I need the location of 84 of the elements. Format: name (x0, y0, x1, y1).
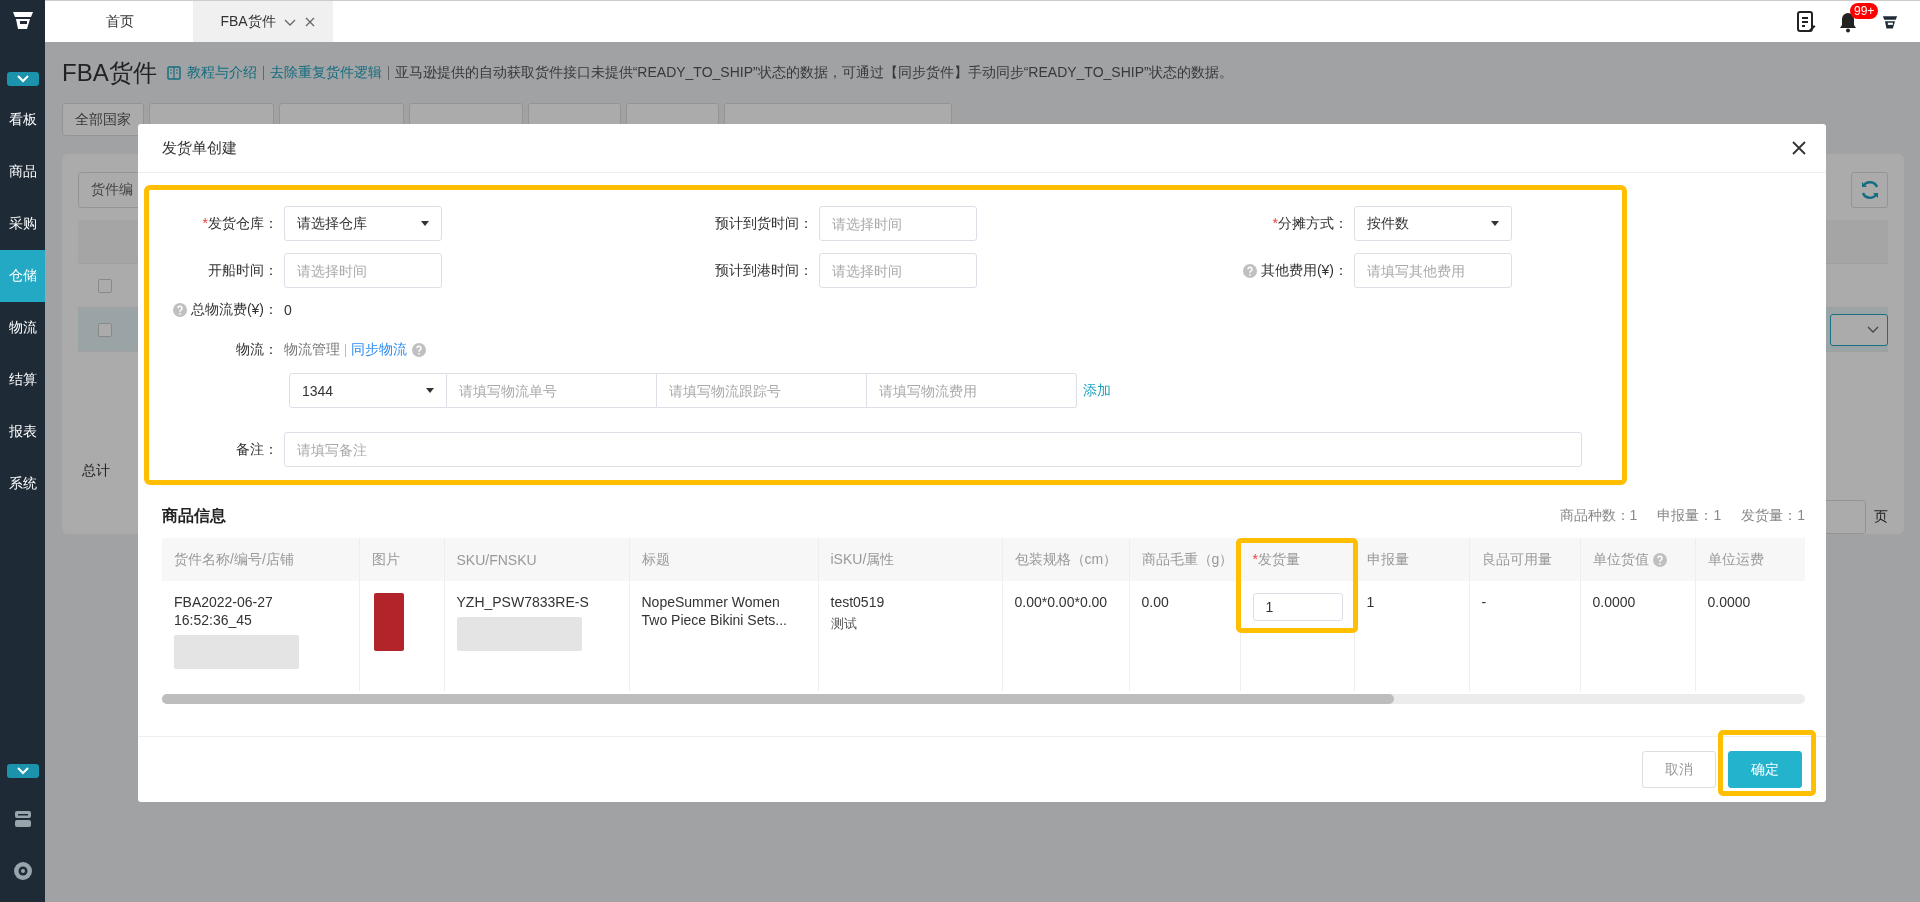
checkbox[interactable] (98, 322, 112, 337)
column-header: 商品毛重（g） (1129, 538, 1240, 581)
input-field[interactable]: 请填写物流单号 (447, 373, 657, 408)
field-label: 其他费用(¥)： (1260, 261, 1348, 280)
summary-text: 发货量：1 (1741, 507, 1805, 525)
field-label: 预计到货时间： (715, 214, 813, 233)
column-header: 标题 (629, 538, 818, 581)
table-cell-text: 1 (1366, 593, 1376, 611)
field-label: 开船时间： (208, 261, 278, 280)
dialog-title: 发货单创建 (162, 138, 237, 158)
table-cell-text: - (1481, 593, 1488, 611)
notification-badge: 99+ (1850, 2, 1879, 19)
page-title: FBA货件 (62, 58, 157, 88)
column-header: 货件名称/编号/店铺 (162, 538, 359, 581)
caret-icon (1491, 221, 1499, 226)
input-field[interactable]: 请填写其他费用 (1354, 253, 1512, 288)
table-cell-text: 0.0000 (1592, 593, 1637, 611)
sidebar-item[interactable]: 商品 (0, 146, 45, 198)
sidebar-item[interactable]: 系统 (0, 458, 45, 510)
input-field[interactable]: 请选择时间 (819, 206, 977, 241)
quantity-field[interactable]: 1 (1252, 593, 1343, 621)
column-header: 图片 (359, 538, 444, 581)
close-icon[interactable] (1792, 141, 1806, 155)
caret-icon (421, 221, 429, 226)
chevron-down-icon (1867, 325, 1879, 334)
select-field[interactable]: 按件数 (1354, 206, 1512, 241)
table-cell-text: 0.00 (1141, 593, 1170, 611)
summary-text: 申报量：1 (1657, 507, 1722, 525)
select-field[interactable]: 请选择仓库 (284, 206, 442, 241)
table-cell-text: YZH_PSW7833RE-S (456, 593, 590, 611)
notes-icon[interactable] (1796, 10, 1816, 33)
sidebar-item[interactable]: 结算 (0, 354, 45, 406)
column-header: SKU/FNSKU (444, 538, 629, 581)
photo-placeholder (373, 593, 404, 651)
refresh-button[interactable] (1851, 172, 1888, 208)
table-cell-text: test0519 (830, 593, 886, 611)
page-suffix: 页 (1874, 508, 1888, 526)
column-header: 单位运费 (1695, 538, 1805, 581)
input-field[interactable]: 请填写物流跟踪号 (657, 373, 867, 408)
notice-text: 亚马逊提供的自动获取货件接口未提供“READY_TO_SHIP”状态的数据，可通过【同步货件】手动同步“READY_TO_SHIP”状态的数据。 (394, 64, 1233, 82)
tab[interactable]: FBA货件 (193, 1, 333, 42)
link[interactable]: 同步物流 (351, 341, 407, 359)
field-label: 备注： (236, 440, 278, 459)
tab[interactable]: 首页 (45, 1, 185, 42)
expand-button[interactable] (6, 764, 39, 778)
input-field[interactable]: 请选择时间 (819, 253, 977, 288)
column-header: iSKU/属性 (818, 538, 1002, 581)
checkbox[interactable] (98, 278, 112, 293)
book-icon (166, 66, 181, 80)
sidebar-item[interactable]: 报表 (0, 406, 45, 458)
total-label: 总计 (81, 462, 111, 480)
table-cell-text: FBA2022-06-27 16:52:36_45 (174, 593, 274, 629)
field-label: *分摊方式： (1272, 214, 1348, 233)
table-cell-text: NopeSummer Women Two Piece Bikini Sets... (641, 593, 788, 629)
summary-text: 商品种数：1 (1559, 507, 1638, 525)
table-cell-text: 0.0000 (1707, 593, 1752, 611)
column-header: 申报量 (1354, 538, 1469, 581)
dropdown[interactable] (1830, 313, 1888, 346)
section-title: 商品信息 (162, 505, 226, 526)
expand-button[interactable] (6, 72, 39, 86)
caret-icon (426, 388, 434, 393)
chevron-down-icon (16, 767, 29, 775)
sidebar-item[interactable]: 采购 (0, 198, 45, 250)
select-field[interactable]: 1344 (289, 373, 447, 408)
table-cell-text: 0.00*0.00*0.00 (1014, 593, 1109, 611)
field-label: 物流： (236, 341, 278, 359)
attribute-text: 测试 (830, 615, 858, 633)
country-filter[interactable]: 全部国家 (62, 103, 144, 136)
sidebar-item[interactable]: 看板 (0, 94, 45, 146)
field-label: 预计到港时间： (715, 261, 813, 280)
scrollbar[interactable] (162, 694, 1805, 704)
link[interactable]: 物流管理 (284, 341, 340, 359)
column-header: 良品可用量 (1469, 538, 1580, 581)
field-label: 总物流费(¥)： (190, 301, 278, 319)
sidebar-item[interactable]: 物流 (0, 302, 45, 354)
input-field[interactable]: 请填写备注 (284, 432, 1582, 467)
input-field[interactable]: 请选择时间 (284, 253, 442, 288)
column-header: 单位货值 (1580, 538, 1695, 581)
field-label: *发货仓库： (202, 214, 278, 233)
input-field[interactable]: 请填写物流费用 (867, 373, 1077, 408)
fee-value: 0 (284, 302, 293, 318)
chevron-down-icon (16, 75, 29, 83)
column-header: 包装规格（cm） (1002, 538, 1129, 581)
support-icon[interactable] (11, 860, 34, 882)
